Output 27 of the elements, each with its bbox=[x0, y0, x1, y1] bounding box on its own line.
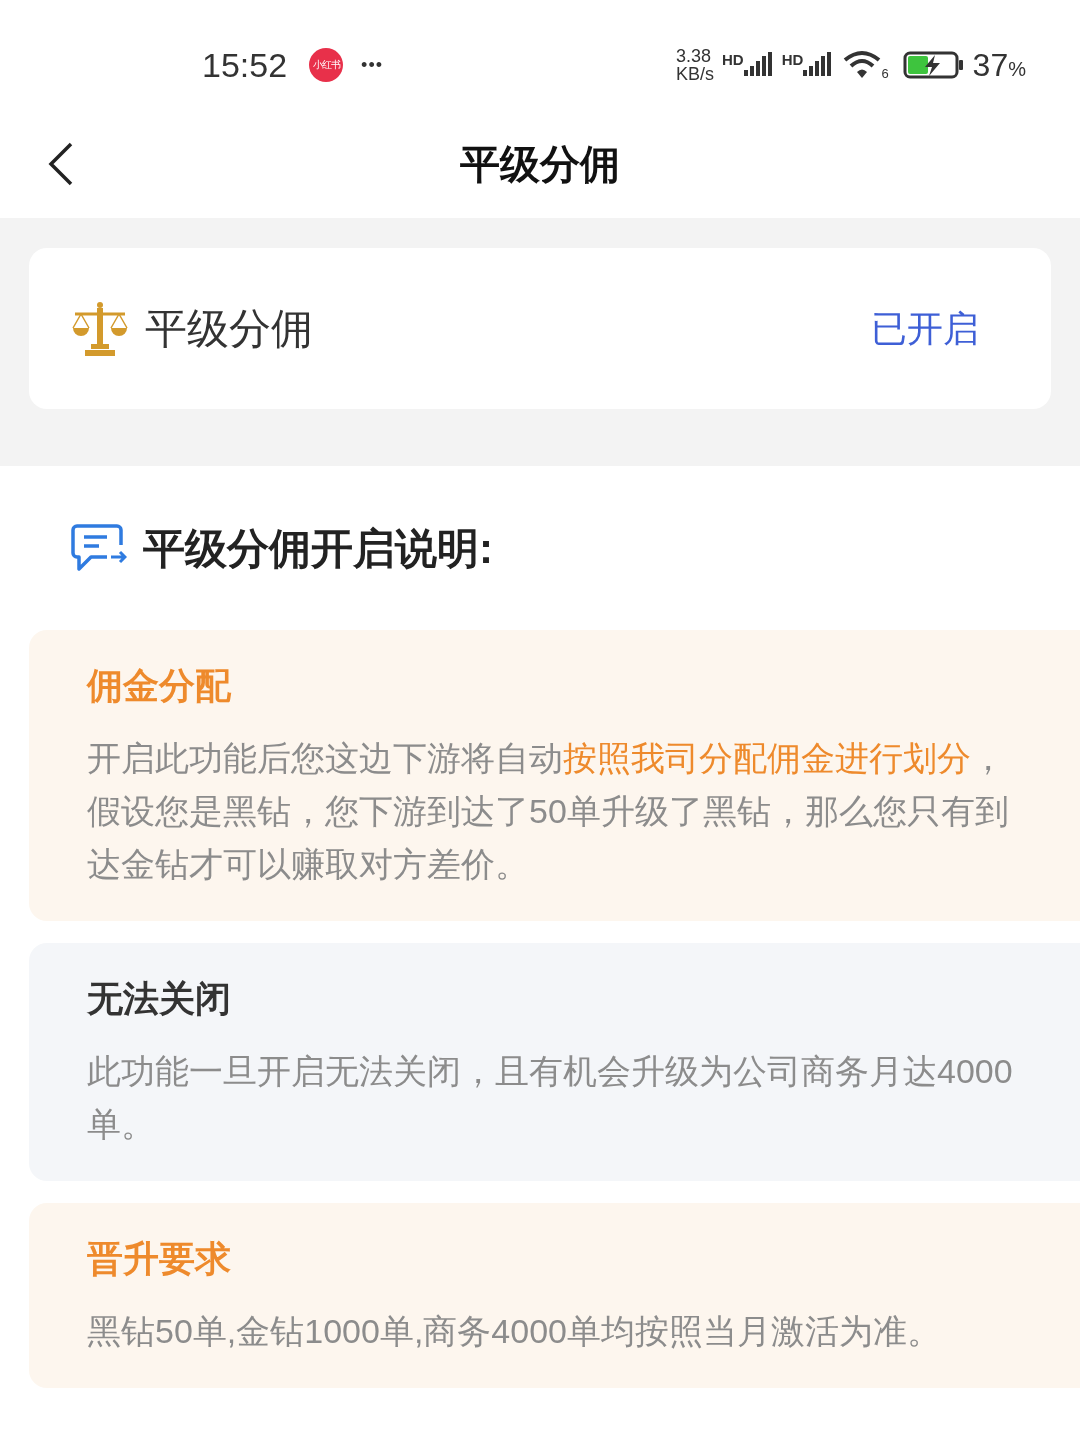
battery-charging-icon bbox=[902, 51, 965, 79]
network-speed-unit: KB/s bbox=[676, 65, 715, 83]
card-title: 晋升要求 bbox=[87, 1237, 232, 1281]
card-description: 黑钻50单,金钻1000单,商务4000单均按照当月激活为准。 bbox=[87, 1311, 942, 1352]
hd-label: HD bbox=[722, 52, 744, 67]
battery-level: 37 bbox=[972, 46, 1009, 85]
feature-status: 已开启 bbox=[871, 306, 979, 351]
hd-label: HD bbox=[781, 52, 804, 67]
back-icon[interactable] bbox=[48, 142, 74, 186]
message-icon bbox=[71, 523, 127, 573]
card-description: 此功能一旦开启无法关闭，且有机会升级为公司商务月达4000单。 bbox=[87, 1051, 1014, 1145]
clock-time: 15:52 bbox=[202, 44, 288, 86]
scale-icon bbox=[71, 299, 129, 358]
network-speed: 3.38 bbox=[676, 47, 712, 65]
card-description: 开启此功能后您这边下游将自动按照我司分配佣金进行划分，假设您是黑钻，您下游到达了50单升级了黑钻，那么您只有到达金钻才可以赚取对方差价。 bbox=[87, 738, 1010, 885]
card-title: 无法关闭 bbox=[87, 977, 232, 1021]
wifi-label: 6 bbox=[881, 67, 889, 80]
section-title: 平级分佣开启说明: bbox=[143, 523, 493, 574]
battery-unit: % bbox=[1008, 57, 1026, 82]
more-notifications: ••• bbox=[361, 53, 383, 77]
app-badge: 小红书 bbox=[309, 48, 344, 82]
page-title: 平级分佣 bbox=[460, 141, 620, 188]
feature-label: 平级分佣 bbox=[145, 304, 313, 354]
signal-icon bbox=[803, 52, 834, 78]
card-title: 佣金分配 bbox=[87, 664, 232, 708]
wifi-icon bbox=[843, 50, 882, 80]
signal-icon bbox=[743, 52, 774, 78]
